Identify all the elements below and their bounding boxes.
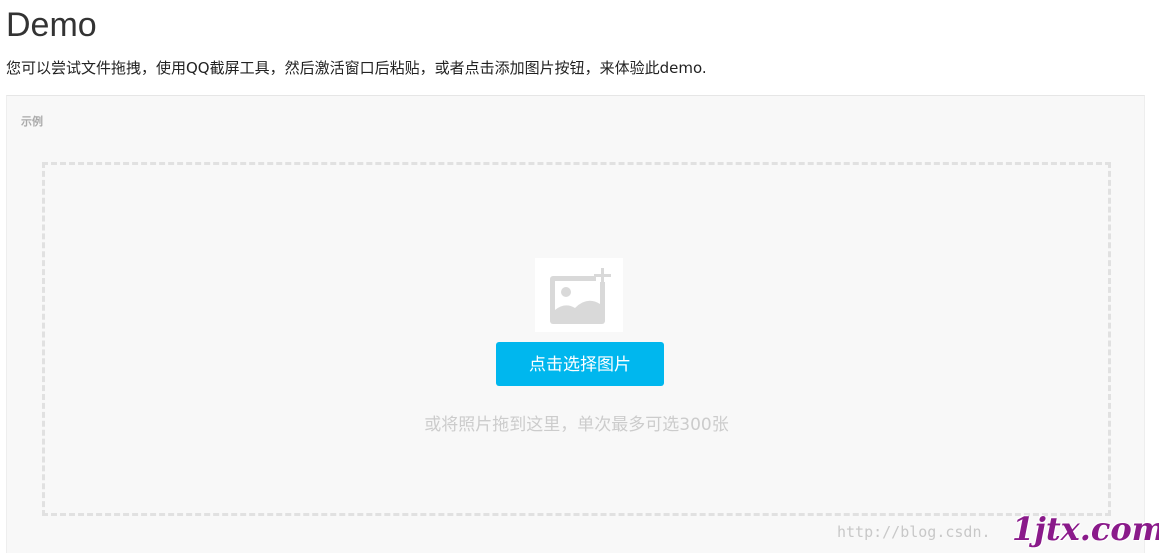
select-images-button[interactable]: 点击选择图片 <box>496 342 664 386</box>
watermark-logo: 1jtx.com <box>1012 510 1159 548</box>
example-panel: 示例 点击选择图片 或将照片拖到这里，单次最多可选300张 <box>6 95 1145 553</box>
drop-hint-text: 或将照片拖到这里，单次最多可选300张 <box>424 415 729 435</box>
example-label: 示例 <box>21 115 43 128</box>
page-title: Demo <box>6 6 97 44</box>
image-add-icon <box>535 258 623 332</box>
upload-dropzone[interactable]: 点击选择图片 或将照片拖到这里，单次最多可选300张 <box>42 162 1111 516</box>
watermark-url: http://blog.csdn. <box>837 523 991 541</box>
page-description: 您可以尝试文件拖拽，使用QQ截屏工具，然后激活窗口后粘贴，或者点击添加图片按钮，… <box>6 59 707 77</box>
page: Demo 您可以尝试文件拖拽，使用QQ截屏工具，然后激活窗口后粘贴，或者点击添加… <box>0 0 1159 553</box>
